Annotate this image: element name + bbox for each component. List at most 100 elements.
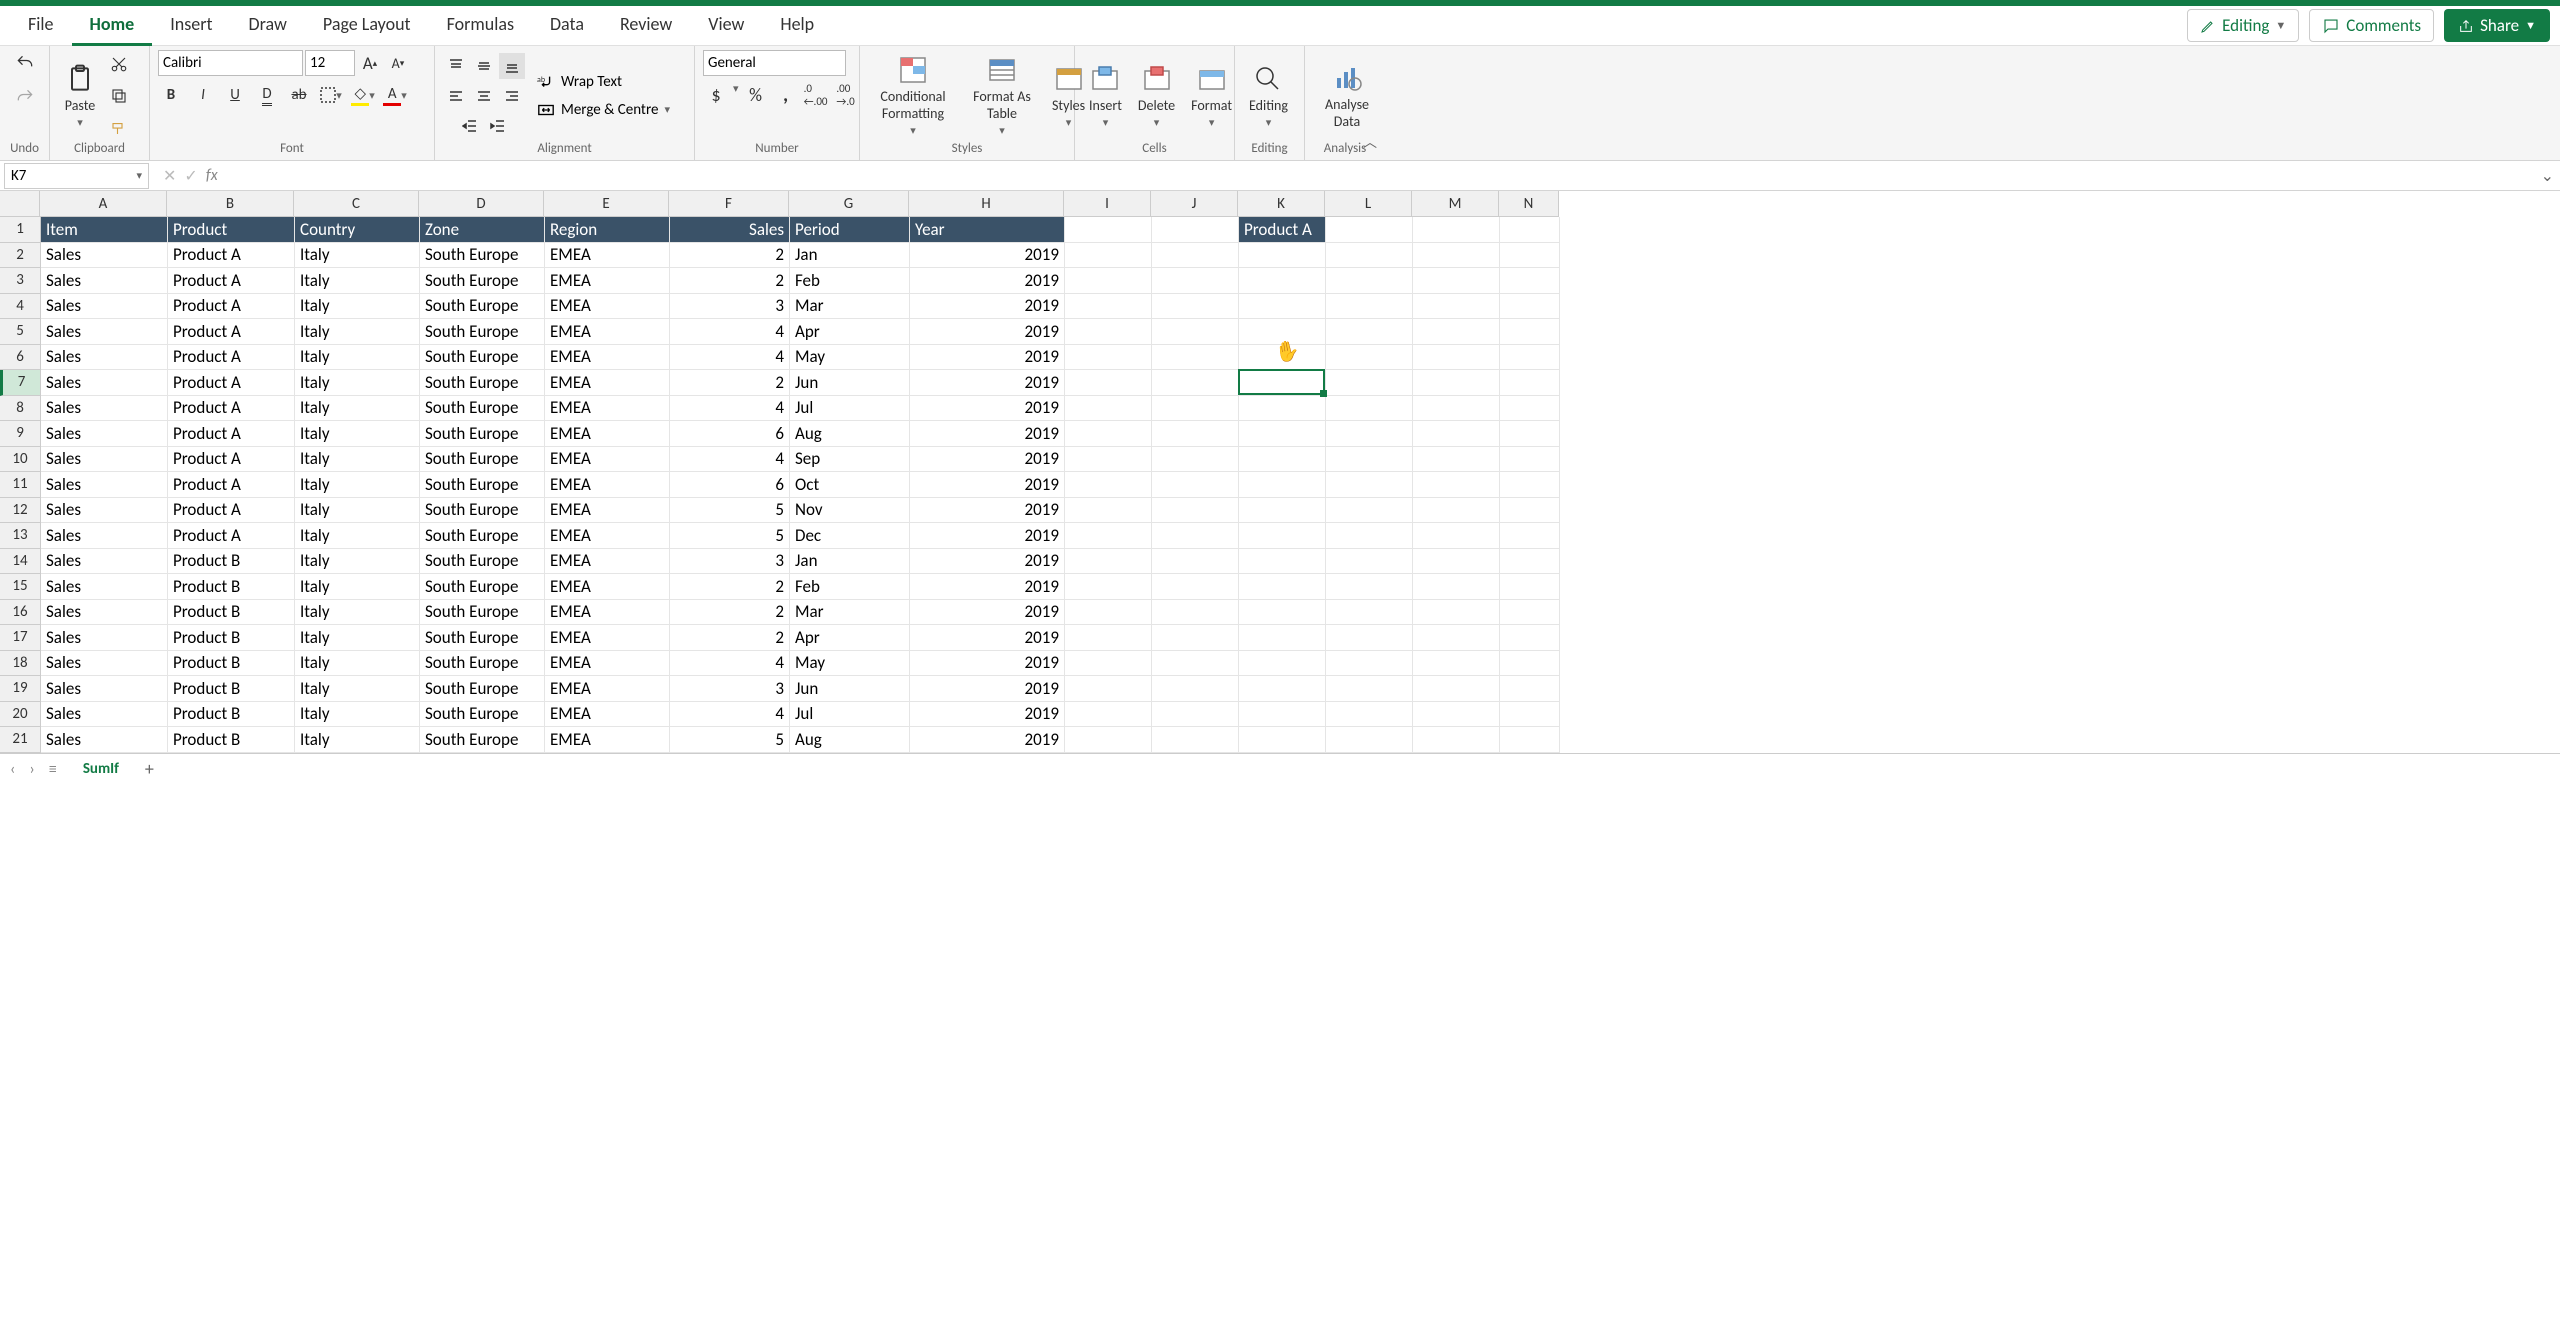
cell[interactable]: 2019 [910, 549, 1065, 575]
cell[interactable]: Product B [168, 549, 295, 575]
cell[interactable]: Oct [790, 472, 910, 498]
cell[interactable]: Product A [168, 370, 295, 396]
cell[interactable] [1500, 294, 1560, 320]
cell[interactable] [1500, 421, 1560, 447]
cell[interactable]: South Europe [420, 676, 545, 702]
column-header[interactable]: E [544, 191, 669, 216]
cell[interactable]: Product A [168, 523, 295, 549]
cell[interactable] [1065, 421, 1152, 447]
cell[interactable] [1326, 319, 1413, 345]
row-header[interactable]: 9 [0, 421, 40, 447]
cell[interactable]: May [790, 651, 910, 677]
cell[interactable]: South Europe [420, 294, 545, 320]
decrease-indent-button[interactable] [457, 113, 483, 139]
cell[interactable] [1500, 447, 1560, 473]
cell[interactable] [1413, 676, 1500, 702]
increase-decimal-button[interactable]: .0←.00 [803, 82, 829, 108]
column-header[interactable]: M [1412, 191, 1499, 216]
wrap-text-button[interactable]: ab Wrap Text [537, 73, 622, 91]
cell[interactable]: South Europe [420, 345, 545, 371]
align-bottom-button[interactable] [499, 53, 525, 79]
increase-indent-button[interactable] [485, 113, 511, 139]
cell[interactable]: South Europe [420, 727, 545, 753]
cell[interactable]: 5 [670, 727, 790, 753]
cell[interactable] [1065, 345, 1152, 371]
cell[interactable]: Sales [41, 651, 168, 677]
cell[interactable] [1065, 600, 1152, 626]
accept-formula-button[interactable]: ✓ [184, 166, 197, 186]
cell[interactable] [1239, 498, 1326, 524]
cell[interactable]: Sales [41, 549, 168, 575]
shrink-font-button[interactable]: A▾ [385, 50, 411, 76]
align-middle-button[interactable] [471, 53, 497, 79]
cell[interactable]: Sales [41, 676, 168, 702]
cell[interactable]: Product A [168, 472, 295, 498]
cell[interactable] [1413, 370, 1500, 396]
cell[interactable]: Italy [295, 702, 420, 728]
cell[interactable]: Italy [295, 370, 420, 396]
cell[interactable]: Mar [790, 600, 910, 626]
row-header[interactable]: 12 [0, 498, 40, 524]
cell[interactable] [1239, 625, 1326, 651]
conditional-formatting-button[interactable]: Conditional Formatting▾ [868, 52, 958, 139]
cell[interactable]: Jan [790, 549, 910, 575]
cell[interactable]: Apr [790, 319, 910, 345]
cell[interactable]: 2019 [910, 294, 1065, 320]
cell[interactable]: Product A [168, 268, 295, 294]
redo-button[interactable] [12, 84, 38, 110]
fx-icon[interactable]: fx [206, 166, 218, 185]
row-header[interactable]: 1 [0, 217, 40, 243]
cell[interactable]: Sales [41, 625, 168, 651]
cell[interactable]: 3 [670, 549, 790, 575]
cell[interactable]: EMEA [545, 523, 670, 549]
row-header[interactable]: 5 [0, 319, 40, 345]
cell[interactable]: Zone [420, 217, 545, 243]
cell[interactable]: South Europe [420, 498, 545, 524]
cell[interactable]: Product A [168, 294, 295, 320]
row-header[interactable]: 14 [0, 549, 40, 575]
collapse-ribbon-button[interactable]: ︿ [1363, 132, 1377, 152]
cell[interactable] [1152, 268, 1239, 294]
italic-button[interactable]: I [190, 82, 216, 108]
cell[interactable] [1500, 600, 1560, 626]
cell[interactable]: Item [41, 217, 168, 243]
fill-color-button[interactable]: ◇▾ [350, 82, 376, 108]
cell[interactable] [1065, 549, 1152, 575]
cell[interactable] [1239, 727, 1326, 753]
cell[interactable]: Year [910, 217, 1065, 243]
cell[interactable]: 6 [670, 472, 790, 498]
cell[interactable] [1326, 421, 1413, 447]
row-header[interactable]: 6 [0, 345, 40, 371]
cell[interactable]: Sales [41, 447, 168, 473]
strikethrough-button[interactable]: ab [286, 82, 312, 108]
underline-button[interactable]: U [222, 82, 248, 108]
menu-tab-view[interactable]: View [690, 5, 762, 46]
cell[interactable]: Product B [168, 625, 295, 651]
cell[interactable] [1152, 370, 1239, 396]
cell[interactable] [1065, 396, 1152, 422]
cell[interactable] [1326, 370, 1413, 396]
cell[interactable] [1500, 574, 1560, 600]
currency-button[interactable]: $ [703, 82, 729, 108]
cell[interactable] [1152, 243, 1239, 269]
cell[interactable]: Sales [41, 727, 168, 753]
cell[interactable]: South Europe [420, 523, 545, 549]
cell[interactable] [1326, 294, 1413, 320]
cell[interactable]: 2 [670, 600, 790, 626]
menu-tab-insert[interactable]: Insert [152, 5, 230, 46]
cell[interactable]: Aug [790, 421, 910, 447]
merge-centre-button[interactable]: Merge & Centre ▾ [537, 101, 670, 119]
cell[interactable]: Region [545, 217, 670, 243]
insert-cells-button[interactable]: Insert▾ [1083, 61, 1128, 131]
cell[interactable] [1152, 421, 1239, 447]
cell[interactable]: 2 [670, 370, 790, 396]
cell[interactable] [1152, 651, 1239, 677]
cell[interactable]: 6 [670, 421, 790, 447]
cell[interactable]: Jan [790, 243, 910, 269]
cell[interactable]: Italy [295, 651, 420, 677]
menu-tab-data[interactable]: Data [532, 5, 602, 46]
cell[interactable] [1239, 702, 1326, 728]
align-top-button[interactable] [443, 53, 469, 79]
column-headers[interactable]: ABCDEFGHIJKLMN [40, 191, 1559, 217]
cell[interactable] [1065, 523, 1152, 549]
